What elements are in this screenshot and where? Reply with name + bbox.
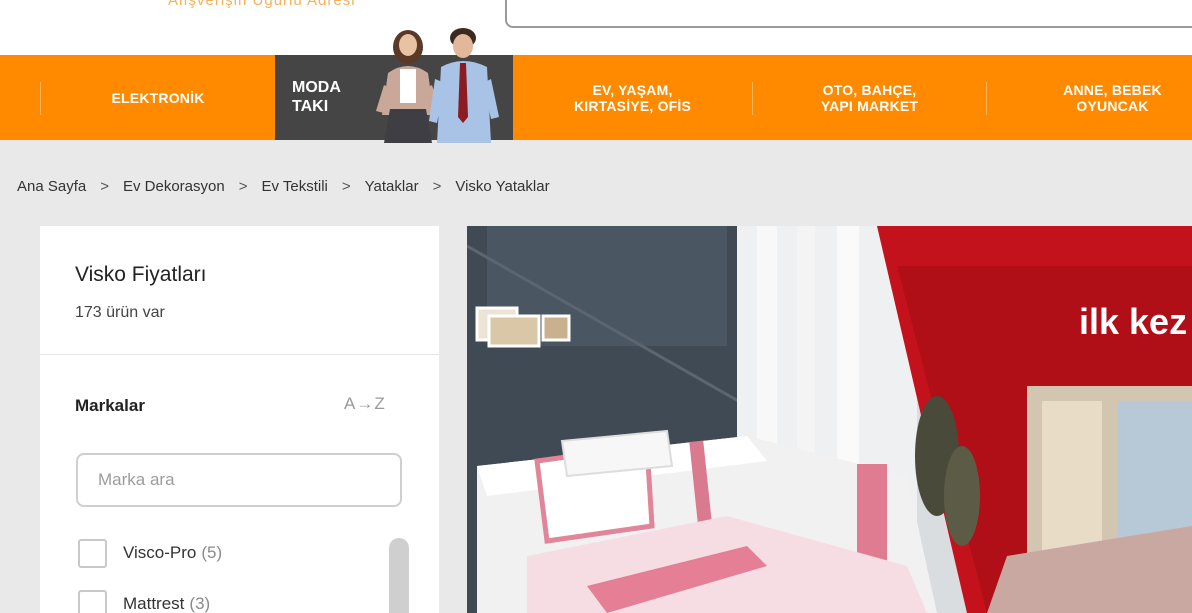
category-anne-bebek[interactable]: ANNE, BEBEK OYUNCAK (1005, 55, 1192, 140)
category-nav: ELEKTRONİK MODA TAKI EV, YAŞAM, KIRTASİY… (0, 28, 1192, 143)
brand-search-input[interactable] (76, 453, 402, 507)
brand-list-scrollbar[interactable] (389, 538, 409, 613)
breadcrumb: Ana Sayfa > Ev Dekorasyon > Ev Tekstili … (17, 175, 550, 197)
brand-count: (5) (201, 543, 223, 562)
breadcrumb-separator: > (100, 177, 109, 195)
top-header: Alışverişin Uğurlu Adresi (0, 0, 1192, 55)
brand-filter-item[interactable]: Visco-Pro (5) (78, 538, 223, 568)
banner-image (467, 226, 1192, 613)
category-oto-bahce[interactable]: OTO, BAHÇE, YAPI MARKET (753, 55, 986, 140)
brands-heading: Markalar (75, 396, 145, 415)
breadcrumb-separator: > (238, 177, 248, 195)
checkbox[interactable] (78, 589, 107, 613)
product-count: 173 ürün var (75, 304, 165, 321)
breadcrumb-visko-yataklar[interactable]: Visko Yataklar (455, 178, 549, 195)
brand-count: (3) (189, 594, 211, 613)
header-search-box[interactable] (505, 0, 1192, 28)
brand-filter-item[interactable]: Mattrest (3) (78, 589, 211, 613)
breadcrumb-home[interactable]: Ana Sayfa (17, 178, 86, 195)
category-divider (40, 82, 41, 115)
category-elektronik[interactable]: ELEKTRONİK (40, 55, 276, 140)
banner-headline: ilk kez (1079, 301, 1188, 342)
category-ev-yasam[interactable]: EV, YAŞAM, KIRTASİYE, OFİS (513, 55, 752, 140)
sidebar-divider (40, 354, 439, 355)
breadcrumb-separator: > (432, 177, 442, 195)
category-divider (986, 82, 987, 115)
breadcrumb-ev-tekstili[interactable]: Ev Tekstili (261, 178, 327, 195)
logo-tagline[interactable]: Alışverişin Uğurlu Adresi (168, 0, 356, 9)
brand-name: Visco-Pro (123, 543, 197, 562)
brand-sort-toggle[interactable]: A→Z (344, 394, 386, 414)
brand-name: Mattrest (123, 594, 185, 613)
breadcrumb-separator: > (341, 177, 351, 195)
category-moda-label: MODA TAKI (292, 79, 341, 115)
breadcrumb-yataklar[interactable]: Yataklar (365, 178, 419, 195)
man-model-image (429, 28, 499, 143)
checkbox[interactable] (78, 538, 107, 568)
page-title: Visko Fiyatları (75, 263, 207, 286)
promo-banner[interactable]: ilk kez (467, 226, 1192, 613)
category-moda-taki[interactable]: MODA TAKI (275, 28, 513, 143)
filter-sidebar: Visko Fiyatları 173 ürün var Markalar A→… (40, 226, 439, 613)
breadcrumb-ev-dekorasyon[interactable]: Ev Dekorasyon (123, 178, 225, 195)
